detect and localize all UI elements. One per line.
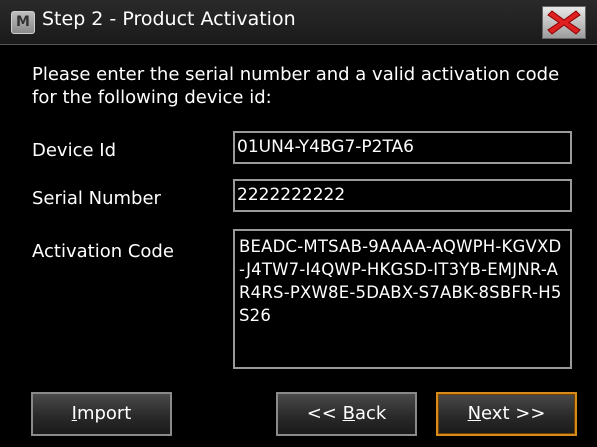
app-icon: M (11, 11, 35, 34)
activation-dialog: M Step 2 - Product Activation Please ent… (0, 0, 597, 447)
back-mnemonic: B (342, 403, 355, 424)
import-button[interactable]: Import (31, 392, 172, 436)
import-label: mport (76, 403, 132, 424)
serial-number-field[interactable]: 2222222222 (233, 179, 572, 212)
back-button[interactable]: << Back (276, 392, 417, 436)
close-button[interactable] (542, 6, 586, 39)
device-id-label: Device Id (32, 140, 117, 161)
back-prefix: << (306, 403, 343, 424)
serial-number-label: Serial Number (32, 188, 161, 209)
back-label: ack (354, 403, 387, 424)
close-x-icon (547, 10, 581, 35)
window-title: Step 2 - Product Activation (42, 8, 296, 30)
title-bar: M Step 2 - Product Activation (0, 0, 597, 45)
next-button[interactable]: Next >> (436, 392, 577, 436)
activation-code-label: Activation Code (32, 241, 174, 262)
device-id-field[interactable]: 01UN4-Y4BG7-P2TA6 (233, 131, 572, 164)
next-mnemonic: N (467, 403, 482, 424)
activation-code-field[interactable]: BEADC-MTSAB-9AAAA-AQWPH-KGVXD-J4TW7-I4QW… (233, 229, 572, 369)
instructions-text: Please enter the serial number and a val… (32, 64, 560, 108)
next-label: ext >> (481, 403, 546, 424)
